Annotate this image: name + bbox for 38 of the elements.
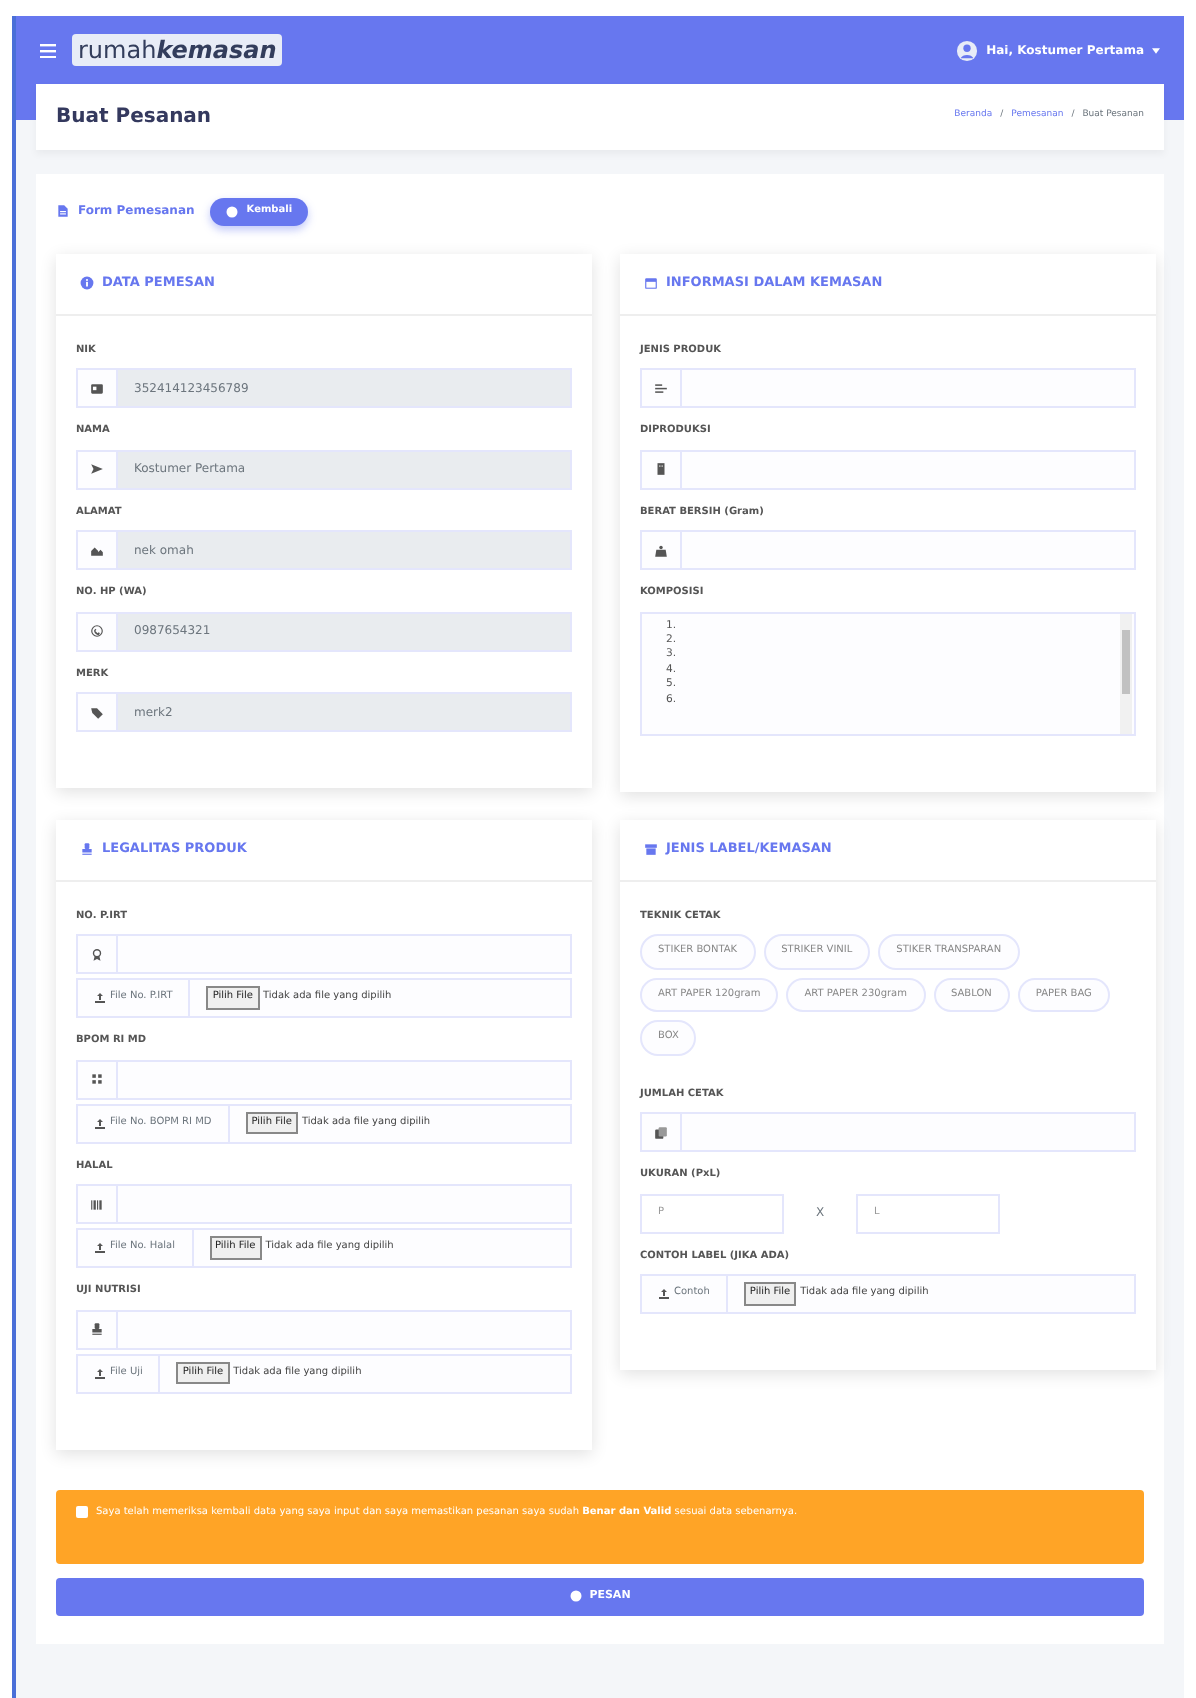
box-icon xyxy=(644,842,658,856)
building-icon xyxy=(654,462,668,476)
tag-icon xyxy=(90,705,104,719)
id-card-icon xyxy=(90,381,104,395)
caret-icon xyxy=(1152,47,1160,53)
menu-icon[interactable] xyxy=(40,43,56,57)
weight-icon xyxy=(654,543,668,557)
barcode-icon xyxy=(90,1197,104,1211)
upload-icon xyxy=(94,1367,106,1379)
scrollbar xyxy=(1120,613,1132,733)
input-field[interactable] xyxy=(640,368,1136,408)
input-field[interactable] xyxy=(640,449,1136,489)
document-icon xyxy=(56,204,70,219)
input-field[interactable] xyxy=(640,530,1136,570)
upload-icon xyxy=(94,1117,106,1129)
input-field[interactable] xyxy=(76,1309,572,1349)
input-field[interactable] xyxy=(76,1184,572,1224)
stamp-icon xyxy=(80,842,94,856)
upload-icon xyxy=(658,1288,670,1300)
info-icon xyxy=(80,276,94,290)
house-group-icon xyxy=(90,543,104,557)
user-circle-icon xyxy=(956,39,979,61)
input-field[interactable] xyxy=(640,1112,1136,1152)
copy-icon xyxy=(654,1125,668,1139)
brand-logo[interactable]: rumahkemasan xyxy=(72,34,283,66)
certificate-icon xyxy=(90,947,104,961)
input-field[interactable] xyxy=(76,934,572,974)
stamp-icon xyxy=(90,1322,104,1336)
agreement-checkbox[interactable] xyxy=(76,1505,88,1517)
list-icon xyxy=(654,381,668,395)
upload-icon xyxy=(94,1242,106,1254)
upload-icon xyxy=(94,992,106,1004)
input-field[interactable] xyxy=(76,1059,572,1099)
send-icon xyxy=(90,462,104,476)
phone-icon xyxy=(90,624,104,638)
page-title: Buat Pesanan xyxy=(56,104,212,132)
calendar-icon xyxy=(644,276,658,290)
grid-icon xyxy=(90,1072,104,1086)
